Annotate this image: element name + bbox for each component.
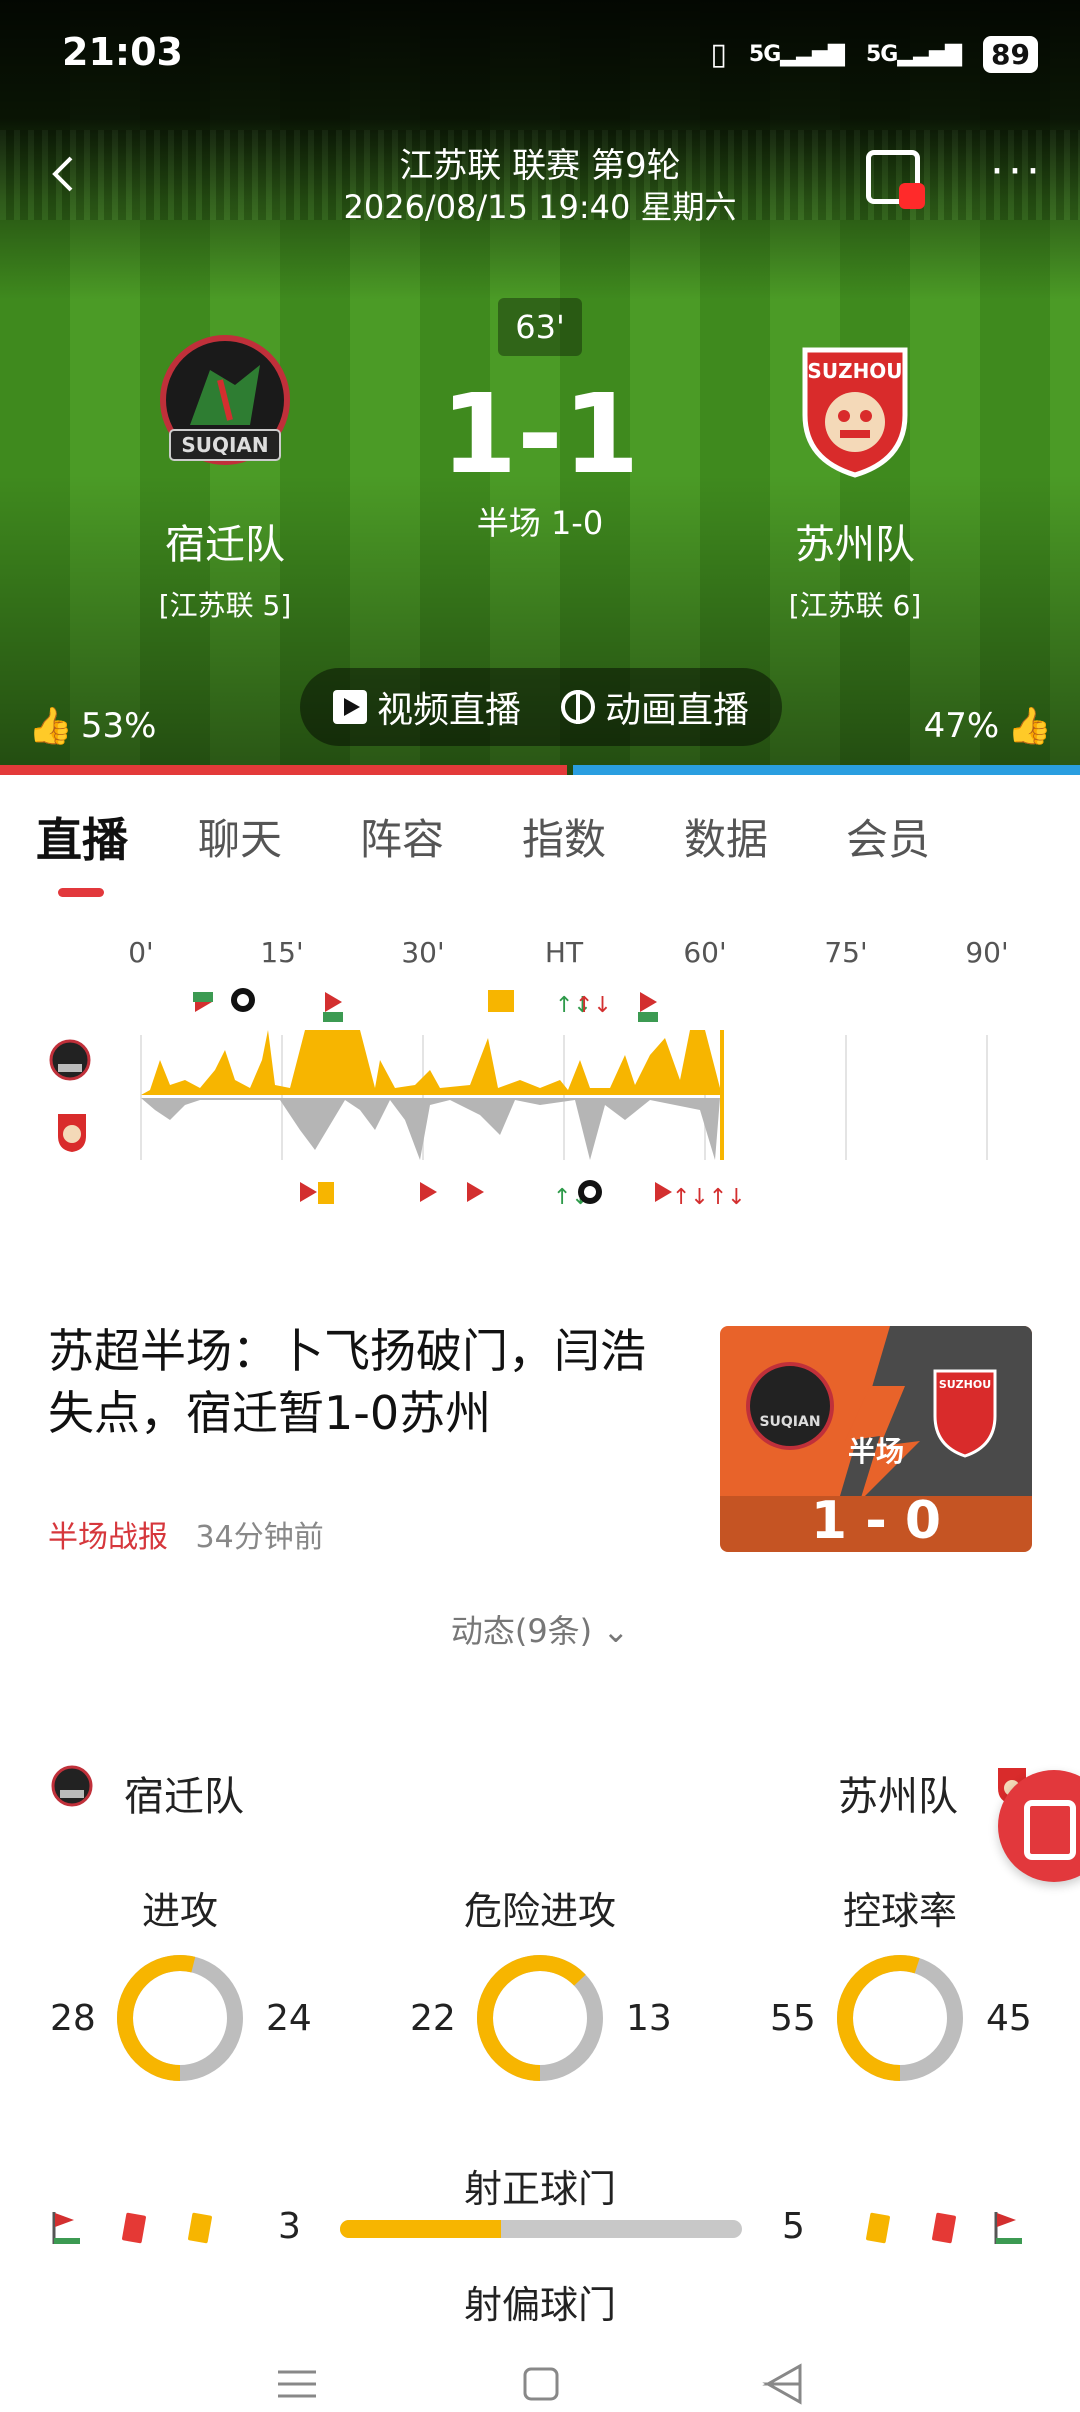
dynamics-toggle[interactable]: 动态(9条) ⌄ bbox=[0, 1606, 1080, 1652]
thumb-up-icon: 👍 bbox=[28, 706, 73, 747]
play-icon bbox=[332, 690, 367, 724]
tab-live[interactable]: 直播 bbox=[36, 800, 198, 890]
home-vote-percent: 53% bbox=[80, 706, 157, 746]
shots-bar-home-fill bbox=[340, 2220, 501, 2238]
away-team-logo: SUZHOU bbox=[802, 347, 908, 478]
svg-text:半场: 半场 bbox=[848, 1435, 904, 1468]
news-thumbnail-art: SUQIAN SUZHOU 半场 1 - 0 bbox=[720, 1326, 1032, 1552]
match-minute: 63' bbox=[498, 298, 582, 356]
thumb-up-icon: 👍 bbox=[1007, 706, 1052, 747]
tab-chat[interactable]: 聊天 bbox=[198, 800, 360, 890]
home-momentum bbox=[141, 1030, 720, 1095]
donut-title: 进攻 bbox=[141, 1889, 218, 1933]
away-team-logo-small bbox=[58, 1114, 86, 1152]
svg-text:SUZHOU: SUZHOU bbox=[939, 1378, 991, 1391]
stats-home-name: 宿迁队 bbox=[124, 1774, 244, 1820]
stats-header: 宿迁队 苏州队 bbox=[50, 1758, 1030, 1820]
away-vote[interactable]: 47% 👍 bbox=[924, 705, 1052, 747]
home-team-name: 宿迁队 bbox=[165, 522, 285, 568]
news-meta: 半场战报 34分钟前 bbox=[48, 1512, 324, 1556]
red-card-icon bbox=[122, 2212, 146, 2244]
top-bar: 江苏联 联赛 第9轮 2026/08/15 19:40 星期六 ··· bbox=[0, 130, 1080, 230]
float-window-icon[interactable] bbox=[866, 150, 925, 209]
home-team-logo-small bbox=[51, 1765, 93, 1807]
svg-text:SUQIAN: SUQIAN bbox=[181, 433, 268, 457]
back-nav-icon bbox=[762, 2363, 802, 2405]
menu-icon bbox=[278, 2370, 316, 2398]
status-time: 21:03 bbox=[62, 30, 183, 74]
away-team-rank: [江苏联 6] bbox=[788, 589, 922, 622]
dynamics-label: 动态(9条) bbox=[450, 1612, 593, 1650]
red-card-icon bbox=[932, 2212, 956, 2244]
news-thumbnail[interactable]: SUQIAN SUZHOU 半场 1 - 0 bbox=[720, 1326, 1032, 1552]
news-headline[interactable]: 苏超半场：卜飞扬破门，闫浩失点，宿迁暂1-0苏州 bbox=[48, 1320, 688, 1444]
home-vote-bar bbox=[0, 765, 567, 775]
home-team-rank: [江苏联 5] bbox=[158, 589, 292, 622]
stats-away-name: 苏州队 bbox=[838, 1774, 958, 1820]
shots-home-value: 3 bbox=[278, 2206, 301, 2247]
home-vote[interactable]: 👍 53% bbox=[28, 705, 156, 747]
home-team[interactable]: SUQIAN 宿迁队 [江苏联 5] bbox=[105, 330, 345, 624]
home-team-logo: SUQIAN bbox=[160, 335, 290, 465]
shots-bar bbox=[340, 2220, 742, 2238]
donut-title: 危险进攻 bbox=[463, 1889, 616, 1933]
tab-member[interactable]: 会员 bbox=[846, 800, 1008, 890]
svg-text:SUQIAN: SUQIAN bbox=[759, 1414, 820, 1430]
system-nav-bar bbox=[278, 2363, 802, 2405]
battery-icon: 89 bbox=[983, 36, 1038, 73]
home-icon bbox=[523, 2367, 559, 2401]
vibrate-icon: ▯ bbox=[710, 37, 727, 72]
stat-donuts bbox=[117, 1955, 963, 2081]
svg-text:↑↓↑↓: ↑↓↑↓ bbox=[672, 1185, 746, 1210]
away-momentum bbox=[141, 1098, 720, 1160]
away-team-name: 苏州队 bbox=[795, 522, 915, 568]
away-team[interactable]: SUZHOU 苏州队 [江苏联 6] bbox=[735, 330, 975, 624]
away-vote-bar bbox=[573, 765, 1080, 775]
shots-away-value: 5 bbox=[782, 2206, 805, 2247]
tab-lineup[interactable]: 阵容 bbox=[360, 800, 522, 890]
signal-icon: 5G▂▃▅▇ bbox=[748, 42, 845, 67]
shots-off-title: 射偏球门 bbox=[463, 2283, 616, 2327]
animation-live-button[interactable]: 动画直播 bbox=[561, 681, 749, 733]
more-icon[interactable]: ··· bbox=[990, 150, 1044, 194]
video-live-label: 视频直播 bbox=[376, 690, 521, 731]
svg-text:SUZHOU: SUZHOU bbox=[807, 359, 902, 383]
active-tab-indicator bbox=[58, 888, 104, 897]
shots-on-title: 射正球门 bbox=[463, 2167, 616, 2211]
news-time: 34分钟前 bbox=[195, 1520, 324, 1555]
home-team-logo-small bbox=[49, 1039, 91, 1081]
match-timeline: 0' 15' 30' HT 60' 75' 90' ↑↓ ↑↓ ↑↓ ↑↓↑↓ bbox=[0, 920, 1080, 1220]
momentum-chart: ↑↓↑↓ ↑↓ ↑↓↑↓ bbox=[140, 988, 988, 1210]
status-icons: ▯ 5G▂▃▅▇ 5G▂▃▅▇ 89 bbox=[710, 36, 1038, 73]
chevron-down-icon: ⌄ bbox=[602, 1612, 630, 1650]
animation-live-label: 动画直播 bbox=[605, 690, 750, 731]
svg-text:1 - 0: 1 - 0 bbox=[811, 1491, 941, 1551]
corner-flag-icon bbox=[994, 2212, 1022, 2244]
away-vote-percent: 47% bbox=[923, 706, 1000, 746]
tab-odds[interactable]: 指数 bbox=[522, 800, 684, 890]
news-tag: 半场战报 bbox=[48, 1520, 168, 1555]
signal-icon-2: 5G▂▃▅▇ bbox=[865, 42, 962, 67]
svg-text:↑↓: ↑↓ bbox=[575, 993, 612, 1018]
animation-icon bbox=[561, 690, 595, 724]
yellow-card-icon bbox=[866, 2212, 890, 2244]
live-buttons: 视频直播 动画直播 bbox=[300, 668, 782, 746]
video-live-button[interactable]: 视频直播 bbox=[332, 681, 521, 733]
donut-title: 控球率 bbox=[842, 1889, 957, 1933]
corner-flag-icon bbox=[52, 2212, 80, 2244]
yellow-card-icon bbox=[188, 2212, 212, 2244]
tab-bar: 直播 聊天 阵容 指数 数据 会员 bbox=[0, 800, 1080, 890]
tab-data[interactable]: 数据 bbox=[684, 800, 846, 890]
